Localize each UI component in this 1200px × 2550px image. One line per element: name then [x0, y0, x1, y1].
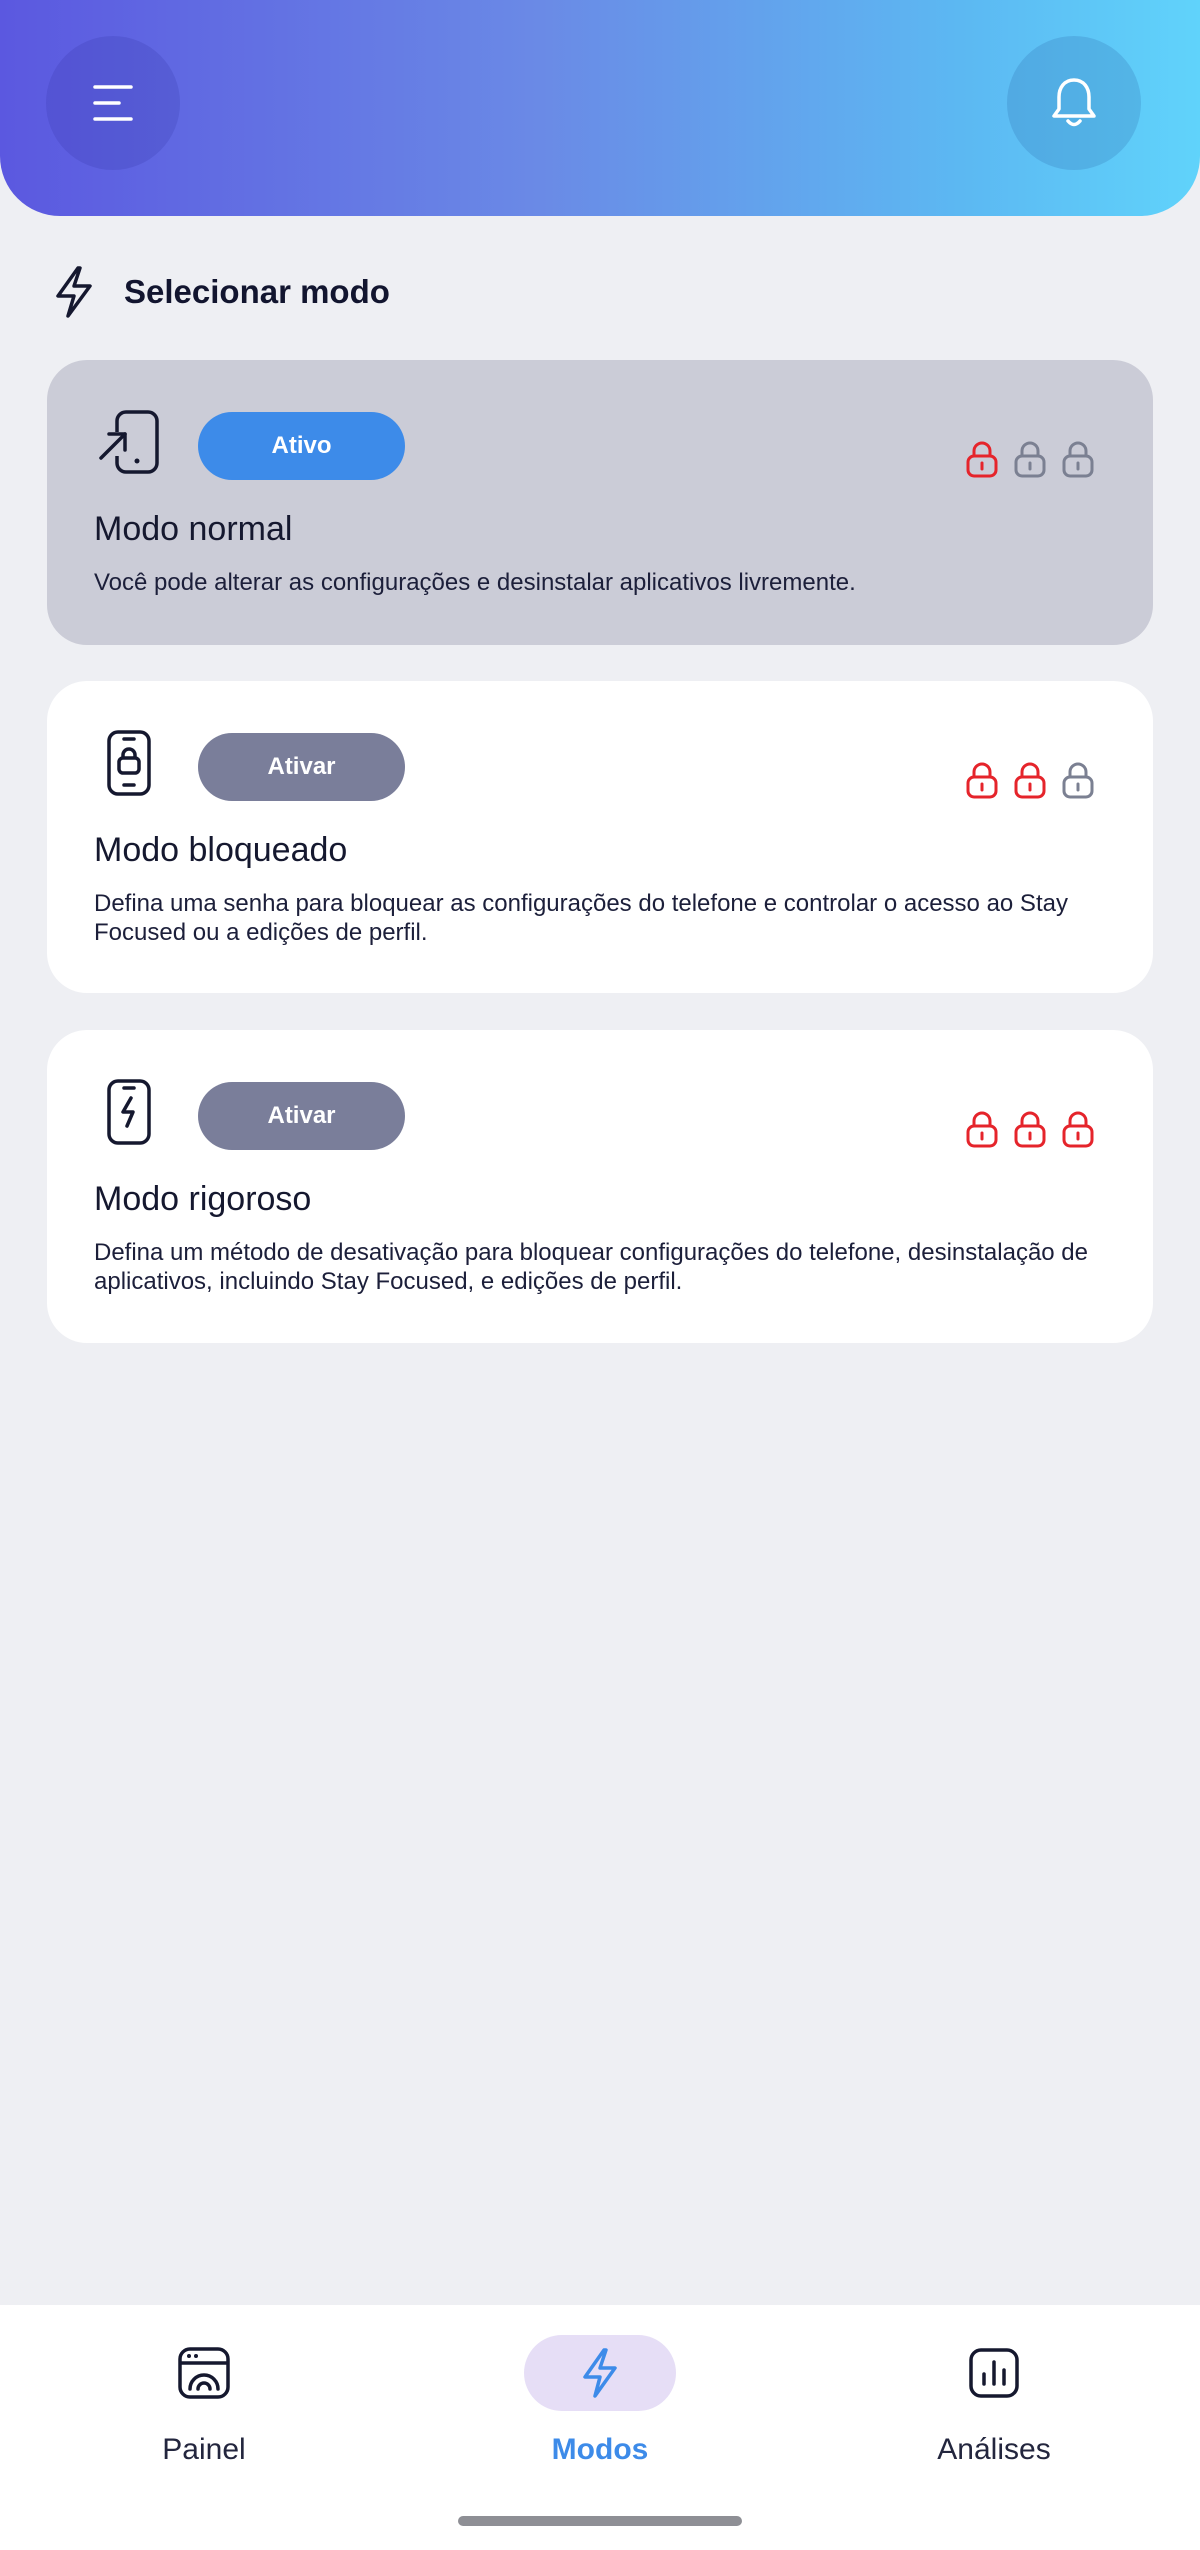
section-header: Selecionar modo — [50, 262, 390, 322]
nav-item-painel[interactable]: Painel — [54, 2305, 354, 2485]
activate-button[interactable]: Ativo — [198, 412, 405, 480]
menu-icon — [93, 85, 133, 121]
mode-name: Modo normal — [94, 510, 293, 548]
section-title: Selecionar modo — [124, 273, 390, 310]
dashboard-icon — [178, 2347, 230, 2399]
mode-name: Modo rigoroso — [94, 1180, 312, 1218]
nav-label: Painel — [162, 2433, 246, 2466]
mode-card-strict[interactable]: Ativar Modo rigoroso Defina um método de… — [47, 1030, 1153, 1343]
mode-description: Defina um método de desativação para blo… — [94, 1239, 1088, 1295]
mode-card-locked[interactable]: Ativar Modo bloqueado Defina uma senha p… — [47, 681, 1153, 993]
lock-icon — [1014, 1111, 1046, 1148]
mode-description: Você pode alterar as configurações e des… — [94, 569, 856, 596]
home-indicator[interactable] — [458, 2516, 742, 2526]
nav-item-analises[interactable]: Análises — [844, 2305, 1144, 2485]
phone-lock-icon — [107, 730, 151, 796]
lightning-icon — [56, 266, 92, 318]
mode-name: Modo bloqueado — [94, 831, 348, 869]
nav-label: Modos — [551, 2433, 649, 2466]
lock-icon — [1014, 441, 1046, 478]
lightning-icon — [583, 2348, 617, 2398]
mode-description: Defina uma senha para bloquear as config… — [94, 890, 1068, 946]
lock-icon — [966, 1111, 998, 1148]
lock-icon — [1062, 441, 1094, 478]
bell-icon — [1052, 78, 1096, 127]
mode-card-normal[interactable]: Ativo Modo normal Você pode alterar as c… — [47, 360, 1153, 645]
lock-level-indicator — [965, 761, 1095, 799]
phone-exit-icon — [99, 410, 159, 474]
activate-button[interactable]: Ativar — [198, 1082, 405, 1150]
chart-icon — [969, 2348, 1019, 2398]
bottom-navigation: Painel Modos Análises — [0, 2305, 1200, 2550]
lock-icon — [966, 441, 998, 478]
lock-icon — [966, 762, 998, 799]
lock-level-indicator — [965, 1110, 1095, 1148]
menu-button[interactable] — [46, 36, 180, 170]
phone-bolt-icon — [107, 1079, 151, 1145]
notifications-button[interactable] — [1007, 36, 1141, 170]
activate-button[interactable]: Ativar — [198, 733, 405, 801]
app-header — [0, 0, 1200, 216]
lock-level-indicator — [965, 440, 1095, 478]
nav-label: Análises — [937, 2433, 1051, 2466]
lock-icon — [1014, 762, 1046, 799]
lock-icon — [1062, 762, 1094, 799]
nav-item-modos[interactable]: Modos — [450, 2305, 750, 2485]
lock-icon — [1062, 1111, 1094, 1148]
